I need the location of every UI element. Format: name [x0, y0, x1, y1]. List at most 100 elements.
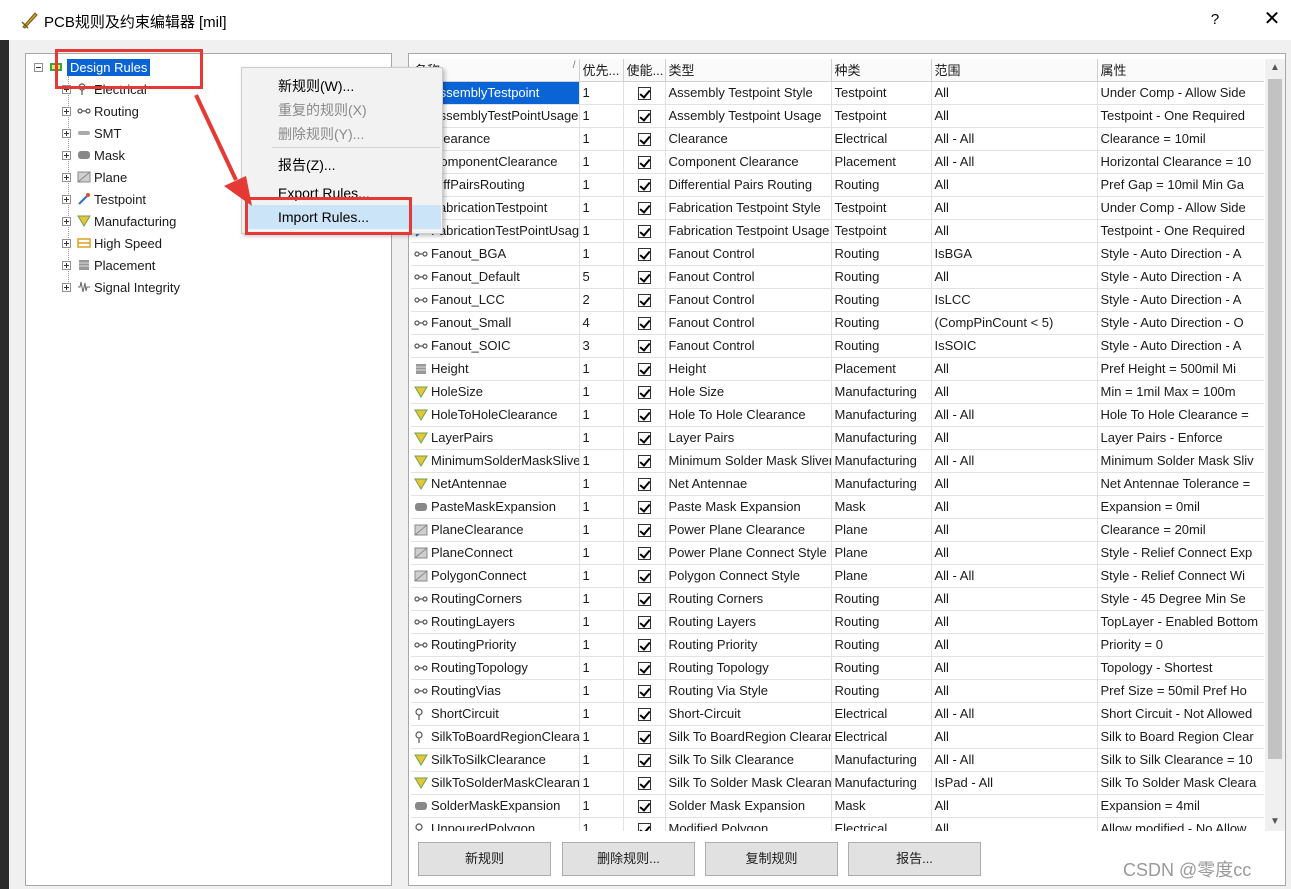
cell-name[interactable]: PlaneConnect — [411, 541, 580, 565]
table-row[interactable]: RoutingPriority 1 Routing Priority Routing A… — [411, 633, 1264, 657]
table-row[interactable]: LayerPairs 1 Layer Pairs Manufacturing All La… — [411, 426, 1264, 450]
table-row[interactable]: ShortCircuit 1 Short-Circuit Electrical All … — [411, 702, 1264, 726]
vertical-scrollbar[interactable]: ▲ ▼ — [1265, 59, 1285, 831]
table-row[interactable]: AssemblyTestpoint 1 Assembly Testpoint Sty… — [411, 81, 1264, 105]
enabled-checkbox[interactable] — [637, 639, 651, 653]
new-rule-button[interactable]: 新规则 — [418, 842, 551, 876]
expand-icon[interactable] — [62, 282, 71, 292]
close-button[interactable]: ✕ — [1260, 8, 1284, 32]
tree-item-high-speed[interactable]: High Speed — [62, 233, 162, 253]
table-row[interactable]: AssemblyTestPointUsage 1 Assembly Testpoin… — [411, 104, 1264, 128]
tree-item-manufacturing[interactable]: Manufacturing — [62, 211, 176, 231]
report-button[interactable]: 报告... — [848, 842, 981, 876]
enabled-checkbox[interactable] — [637, 685, 651, 699]
enabled-checkbox[interactable] — [637, 133, 651, 147]
enabled-checkbox[interactable] — [637, 294, 651, 308]
cell-name[interactable]: RoutingVias — [411, 679, 580, 703]
column-header-priority[interactable]: 优先... — [579, 59, 624, 82]
tree-item-smt[interactable]: SMT — [62, 123, 121, 143]
column-header-enabled[interactable]: 使能... — [623, 59, 666, 82]
cell-name[interactable]: PlaneClearance — [411, 518, 580, 542]
enabled-checkbox[interactable] — [637, 731, 651, 745]
cell-name[interactable]: Fanout_Small — [411, 311, 580, 335]
cell-name[interactable]: PolygonConnect — [411, 564, 580, 588]
column-header-type[interactable]: 类型 — [665, 59, 832, 82]
cell-name[interactable]: MinimumSolderMaskSliver — [411, 449, 580, 473]
scroll-up-icon[interactable]: ▲ — [1265, 59, 1285, 77]
table-row[interactable]: Fanout_Default 5 Fanout Control Routing All S… — [411, 265, 1264, 289]
tree-item-mask[interactable]: Mask — [62, 145, 125, 165]
cell-name[interactable]: SilkToBoardRegionClearance — [411, 725, 580, 749]
table-row[interactable]: RoutingTopology 1 Routing Topology Routing A… — [411, 656, 1264, 680]
enabled-checkbox[interactable] — [637, 317, 651, 331]
cell-name[interactable]: HoleToHoleClearance — [411, 403, 580, 427]
cell-name[interactable]: ShortCircuit — [411, 702, 580, 726]
enabled-checkbox[interactable] — [637, 478, 651, 492]
enabled-checkbox[interactable] — [637, 386, 651, 400]
cell-name[interactable]: Fanout_BGA — [411, 242, 580, 266]
column-header-attributes[interactable]: 属性 — [1097, 59, 1264, 82]
cell-name[interactable]: RoutingCorners — [411, 587, 580, 611]
enabled-checkbox[interactable] — [637, 777, 651, 791]
table-row[interactable]: DiffPairsRouting 1 Differential Pairs Rout… — [411, 173, 1264, 197]
table-row[interactable]: RoutingCorners 1 Routing Corners Routing All… — [411, 587, 1264, 611]
table-row[interactable]: HoleToHoleClearance 1 Hole To Hole Clearan… — [411, 403, 1264, 427]
table-row[interactable]: UnpouredPolygon 1 Modified Polygon Electric… — [411, 817, 1264, 831]
enabled-checkbox[interactable] — [637, 823, 651, 831]
menu-item-report[interactable]: 报告(Z)... — [278, 155, 336, 175]
tree-item-placement[interactable]: Placement — [62, 255, 155, 275]
enabled-checkbox[interactable] — [637, 501, 651, 515]
expand-icon[interactable] — [62, 106, 71, 116]
cell-name[interactable]: RoutingTopology — [411, 656, 580, 680]
enabled-checkbox[interactable] — [637, 340, 651, 354]
table-row[interactable]: RoutingVias 1 Routing Via Style Routing All P… — [411, 679, 1264, 703]
table-row[interactable]: PasteMaskExpansion 1 Paste Mask Expansion M… — [411, 495, 1264, 519]
expand-icon[interactable] — [62, 194, 71, 204]
cell-name[interactable]: SilkToSilkClearance — [411, 748, 580, 772]
cell-name[interactable]: RoutingLayers — [411, 610, 580, 634]
column-header-category[interactable]: 种类 — [831, 59, 932, 82]
enabled-checkbox[interactable] — [637, 271, 651, 285]
tree-item-routing[interactable]: Routing — [62, 101, 139, 121]
cell-name[interactable]: Height — [411, 357, 580, 381]
copy-rule-button[interactable]: 复制规则 — [705, 842, 838, 876]
table-row[interactable]: Clearance 1 Clearance Electrical All - All Cl… — [411, 127, 1264, 151]
collapse-icon[interactable] — [34, 62, 43, 72]
enabled-checkbox[interactable] — [637, 202, 651, 216]
cell-name[interactable]: Fanout_SOIC — [411, 334, 580, 358]
help-button[interactable]: ? — [1204, 9, 1226, 31]
menu-item-new-rule[interactable]: 新规则(W)... — [278, 76, 354, 96]
scroll-down-icon[interactable]: ▼ — [1265, 813, 1285, 831]
table-row[interactable]: SilkToSilkClearance 1 Silk To Silk Clearan… — [411, 748, 1264, 772]
table-row[interactable]: Fanout_Small 4 Fanout Control Routing (CompP… — [411, 311, 1264, 335]
menu-item-delete-rule[interactable]: 删除规则(Y)... — [278, 124, 364, 144]
menu-item-duplicate-rule[interactable]: 重复的规则(X) — [278, 100, 367, 120]
cell-name[interactable]: HoleSize — [411, 380, 580, 404]
enabled-checkbox[interactable] — [637, 179, 651, 193]
table-row[interactable]: FabricationTestpoint 1 Fabrication Testpoi… — [411, 196, 1264, 220]
enabled-checkbox[interactable] — [637, 455, 651, 469]
table-row[interactable]: NetAntennae 1 Net Antennae Manufacturing All… — [411, 472, 1264, 496]
tree-item-plane[interactable]: Plane — [62, 167, 127, 187]
table-row[interactable]: ComponentClearance 1 Component Clearance Pl… — [411, 150, 1264, 174]
cell-name[interactable]: LayerPairs — [411, 426, 580, 450]
table-row[interactable]: HoleSize 1 Hole Size Manufacturing All Min = … — [411, 380, 1264, 404]
cell-name[interactable]: RoutingPriority — [411, 633, 580, 657]
enabled-checkbox[interactable] — [637, 363, 651, 377]
enabled-checkbox[interactable] — [637, 547, 651, 561]
expand-icon[interactable] — [62, 172, 71, 182]
table-row[interactable]: Height 1 Height Placement All Pref Height = 5… — [411, 357, 1264, 381]
enabled-checkbox[interactable] — [637, 708, 651, 722]
cell-name[interactable]: Fanout_Default — [411, 265, 580, 289]
table-row[interactable]: PlaneClearance 1 Power Plane Clearance Plan… — [411, 518, 1264, 542]
enabled-checkbox[interactable] — [637, 409, 651, 423]
table-row[interactable]: FabricationTestPointUsage 1 Fabrication Te… — [411, 219, 1264, 243]
enabled-checkbox[interactable] — [637, 87, 651, 101]
tree-item-testpoint[interactable]: Testpoint — [62, 189, 146, 209]
table-row[interactable]: SilkToSolderMaskClearance 1 Silk To Solder… — [411, 771, 1264, 795]
table-row[interactable]: RoutingLayers 1 Routing Layers Routing All To… — [411, 610, 1264, 634]
table-row[interactable]: PlaneConnect 1 Power Plane Connect Style Pl… — [411, 541, 1264, 565]
tree-item-signal-integrity[interactable]: Signal Integrity — [62, 277, 180, 297]
scroll-thumb[interactable] — [1268, 79, 1282, 759]
enabled-checkbox[interactable] — [637, 662, 651, 676]
